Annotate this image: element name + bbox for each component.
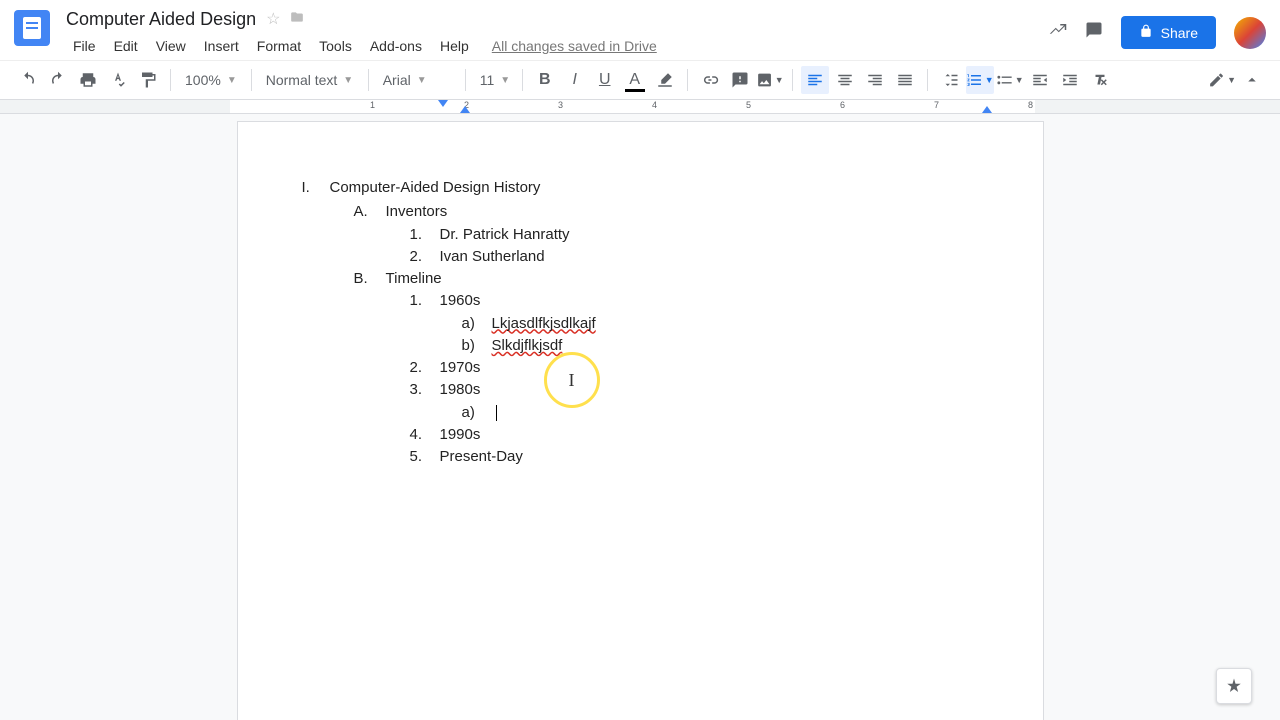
decrease-indent-button[interactable] [1026,66,1054,94]
font-size-select[interactable]: 11▼ [474,66,514,94]
save-status[interactable]: All changes saved in Drive [492,38,657,54]
outline-text[interactable]: 1990s [440,426,481,443]
share-button[interactable]: Share [1121,16,1216,49]
align-right-button[interactable] [861,66,889,94]
share-label: Share [1161,25,1198,41]
comments-icon[interactable] [1085,21,1103,45]
text-color-button[interactable]: A [621,66,649,94]
insert-image-button[interactable]: ▼ [756,66,784,94]
outline-item[interactable]: Present-Day [440,447,979,467]
zoom-select[interactable]: 100%▼ [179,66,243,94]
menubar: File Edit View Insert Format Tools Add-o… [66,32,1049,60]
outline-item[interactable]: Lkjasdlfkjsdlkajf [492,314,979,334]
bulleted-list-button[interactable]: ▼ [996,66,1024,94]
docs-app-icon[interactable] [14,10,50,46]
redo-button[interactable] [44,66,72,94]
menu-edit[interactable]: Edit [107,36,145,56]
menu-view[interactable]: View [149,36,193,56]
outline-text[interactable]: Slkdjflkjsdf [492,337,563,354]
menu-file[interactable]: File [66,36,103,56]
outline-item[interactable]: Slkdjflkjsdf [492,336,979,356]
outline-item[interactable]: 1970s [440,358,979,378]
outline-text[interactable]: Ivan Sutherland [440,248,545,265]
text-cursor [496,405,497,421]
toolbar: 100%▼ Normal text▼ Arial▼ 11▼ B I U A ▼ … [0,60,1280,100]
menu-format[interactable]: Format [250,36,308,56]
outline-item[interactable]: Computer-Aided Design History Inventors Dr… [330,178,979,467]
outline-text[interactable]: 1980s [440,381,481,398]
menu-insert[interactable]: Insert [197,36,246,56]
outline-text[interactable]: Inventors [386,203,448,220]
horizontal-ruler[interactable]: 1 2 3 4 5 6 7 8 [0,100,1280,114]
menu-help[interactable]: Help [433,36,476,56]
activity-trend-icon[interactable] [1049,21,1067,45]
clear-formatting-button[interactable] [1086,66,1114,94]
insert-comment-button[interactable] [726,66,754,94]
line-spacing-button[interactable] [936,66,964,94]
hide-menus-button[interactable] [1238,66,1266,94]
numbered-list-button[interactable]: ▼ [966,66,994,94]
outline-item[interactable]: Inventors Dr. Patrick Hanratty Ivan Suther… [386,202,979,267]
insert-link-button[interactable] [696,66,724,94]
align-left-button[interactable] [801,66,829,94]
outline-text[interactable]: 1970s [440,359,481,376]
outline-text[interactable]: 1960s [440,292,481,309]
outline-text[interactable]: Computer-Aided Design History [330,179,541,196]
page[interactable]: Computer-Aided Design History Inventors Dr… [238,122,1043,720]
outline-text[interactable]: Dr. Patrick Hanratty [440,226,570,243]
italic-button[interactable]: I [561,66,589,94]
font-family-select[interactable]: Arial▼ [377,66,457,94]
menu-tools[interactable]: Tools [312,36,359,56]
print-button[interactable] [74,66,102,94]
outline-item[interactable]: 1960s Lkjasdlfkjsdlkajf Slkdjflkjsdf [440,291,979,356]
document-canvas[interactable]: Computer-Aided Design History Inventors Dr… [0,114,1280,720]
outline-text[interactable]: Timeline [386,270,442,287]
highlight-color-button[interactable] [651,66,679,94]
document-title[interactable]: Computer Aided Design [66,9,256,30]
editing-mode-button[interactable]: ▼ [1208,66,1236,94]
explore-button[interactable] [1216,668,1252,704]
move-to-folder-icon[interactable] [290,10,304,29]
account-avatar[interactable] [1234,17,1266,49]
right-indent-marker[interactable] [982,106,992,113]
align-justify-button[interactable] [891,66,919,94]
paint-format-button[interactable] [134,66,162,94]
menu-addons[interactable]: Add-ons [363,36,429,56]
outline-item[interactable]: Ivan Sutherland [440,247,979,267]
spellcheck-button[interactable] [104,66,132,94]
outline-text[interactable]: Present-Day [440,448,523,465]
titlebar: Computer Aided Design ☆ File Edit View I… [0,0,1280,60]
outline-item[interactable]: 1990s [440,425,979,445]
align-center-button[interactable] [831,66,859,94]
outline-item[interactable] [492,403,979,423]
outline-item[interactable]: 1980s [440,380,979,423]
outline-item[interactable]: Timeline 1960s Lkjasdlfkjsdlkajf Slkdjflkjs… [386,269,979,467]
outline-item[interactable]: Dr. Patrick Hanratty [440,225,979,245]
undo-button[interactable] [14,66,42,94]
outline-text[interactable]: Lkjasdlfkjsdlkajf [492,315,596,332]
paragraph-style-select[interactable]: Normal text▼ [260,66,360,94]
increase-indent-button[interactable] [1056,66,1084,94]
bold-button[interactable]: B [531,66,559,94]
underline-button[interactable]: U [591,66,619,94]
star-icon[interactable]: ☆ [266,9,280,29]
lock-icon [1139,24,1153,41]
left-indent-marker[interactable] [460,106,470,113]
first-line-indent-marker[interactable] [438,100,448,107]
